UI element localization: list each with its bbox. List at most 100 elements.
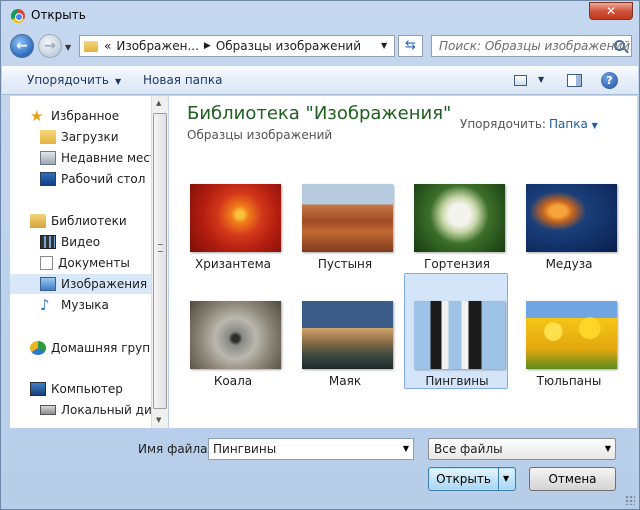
video-icon [40, 235, 56, 249]
back-button[interactable]: ← [10, 34, 34, 58]
command-toolbar: Упорядочить ▼ Новая папка ▼ ? [2, 65, 638, 95]
sidebar-item-label: Локальный диск [61, 403, 152, 417]
open-button[interactable]: Открыть ▼ [428, 467, 516, 491]
scrollbar-thumb[interactable] [153, 113, 167, 409]
navigation-pane: ★ Избранное Загрузки Недавние места Рабо… [10, 96, 152, 428]
sidebar-scrollbar[interactable]: ▲ ▼ [151, 96, 168, 428]
sidebar-item-label: Документы [58, 256, 130, 270]
file-item-penguins[interactable]: Пингвины [404, 273, 508, 389]
sidebar-item-video[interactable]: Видео [10, 232, 152, 252]
downloads-icon [40, 130, 56, 144]
sidebar-item-label: Музыка [61, 298, 109, 312]
file-item-koala[interactable]: Коала [180, 293, 284, 409]
resize-grip-icon[interactable] [625, 495, 635, 505]
sidebar-item-label: Рабочий стол [61, 172, 146, 186]
view-options-arrow-icon[interactable]: ▼ [538, 75, 544, 84]
tulips-thumbnail [526, 301, 617, 369]
breadcrumb-separator-icon[interactable]: ▶ [204, 41, 211, 51]
navigation-bar: ← → ▼ « Изображен... ▶ Образцы изображен… [1, 31, 639, 61]
breadcrumb-pictures[interactable]: Изображен... [116, 39, 199, 53]
music-icon: ♪ [40, 296, 50, 314]
library-title: Библиотека "Изображения" [187, 103, 452, 124]
sidebar-item-downloads[interactable]: Загрузки [10, 127, 152, 147]
homegroup-icon [30, 341, 46, 355]
sidebar-item-label: Видео [61, 235, 101, 249]
sidebar-item-music[interactable]: ♪ Музыка [10, 295, 152, 315]
open-options-arrow-icon[interactable]: ▼ [503, 468, 509, 490]
address-dropdown-icon[interactable]: ▼ [381, 41, 387, 50]
forward-button[interactable]: → [38, 34, 62, 58]
sidebar-item-local-disk[interactable]: Локальный диск [10, 400, 152, 420]
sidebar-item-desktop[interactable]: Рабочий стол [10, 169, 152, 189]
organize-button[interactable]: Упорядочить ▼ [27, 73, 121, 87]
file-item-label: Медуза [545, 257, 593, 271]
sidebar-item-homegroup[interactable]: Домашняя группа [10, 338, 152, 358]
chrysanthemum-thumbnail [190, 184, 281, 252]
title-bar: Открыть ✕ [1, 1, 639, 31]
computer-icon [30, 382, 46, 396]
file-item-tulips[interactable]: Тюльпаны [516, 293, 620, 409]
arrange-by-label: Упорядочить: [460, 117, 546, 131]
file-item-jellyfish[interactable]: Медуза [516, 176, 620, 292]
drive-icon [40, 405, 56, 415]
arrange-by-dropdown[interactable]: Папка ▼ [549, 117, 598, 131]
jellyfish-thumbnail [526, 184, 617, 252]
sidebar-item-label: Загрузки [61, 130, 119, 144]
sidebar-item-favorites[interactable]: ★ Избранное [10, 106, 152, 126]
search-icon[interactable] [614, 40, 625, 51]
breadcrumb-sample-pictures[interactable]: Образцы изображений [216, 39, 361, 53]
refresh-button[interactable]: ⇆ [398, 35, 423, 57]
new-folder-button[interactable]: Новая папка [143, 73, 222, 87]
search-input[interactable]: Поиск: Образцы изображений [431, 35, 632, 57]
folder-icon [84, 40, 98, 52]
lighthouse-thumbnail [302, 301, 393, 369]
filename-input[interactable]: Пингвины ▼ [208, 438, 414, 460]
file-list-pane: Библиотека "Изображения" Образцы изображ… [169, 96, 637, 428]
file-item-label: Коала [213, 374, 253, 388]
star-icon: ★ [30, 107, 44, 125]
file-item-label: Гортензия [424, 257, 490, 271]
sidebar-item-libraries[interactable]: Библиотеки [10, 211, 152, 231]
sidebar-item-recent-places[interactable]: Недавние места [10, 148, 152, 168]
window-title: Открыть [31, 8, 86, 22]
file-item-lighthouse[interactable]: Маяк [292, 293, 396, 409]
preview-pane-icon[interactable] [567, 74, 582, 87]
desert-thumbnail [302, 184, 393, 252]
sidebar-item-documents[interactable]: Документы [10, 253, 152, 273]
chevron-down-icon[interactable]: ▼ [605, 444, 611, 453]
sidebar-item-label: Компьютер [51, 382, 123, 396]
sidebar-item-computer[interactable]: Компьютер [10, 379, 152, 399]
organize-label: Упорядочить [27, 73, 109, 87]
scroll-down-icon[interactable]: ▼ [156, 416, 161, 424]
file-item-desert[interactable]: Пустыня [292, 176, 396, 292]
sidebar-item-pictures[interactable]: Изображения [10, 274, 152, 294]
help-icon[interactable]: ? [601, 72, 618, 89]
sidebar-item-label: Недавние места [61, 151, 152, 165]
koala-thumbnail [190, 301, 281, 369]
file-item-label: Тюльпаны [536, 374, 602, 388]
sidebar-item-label: Библиотеки [51, 214, 127, 228]
address-bar[interactable]: « Изображен... ▶ Образцы изображений [79, 35, 395, 57]
recent-pages-arrow-icon[interactable]: ▼ [65, 43, 71, 52]
breadcrumb-overflow[interactable]: « [104, 39, 111, 53]
close-button[interactable]: ✕ [589, 2, 633, 20]
change-view-icon[interactable] [514, 75, 527, 86]
file-item-label: Пустыня [317, 257, 373, 271]
library-subtitle: Образцы изображений [187, 128, 333, 142]
file-type-value: Все файлы [434, 442, 503, 456]
scroll-up-icon[interactable]: ▲ [156, 99, 161, 107]
file-type-select[interactable]: Все файлы ▼ [428, 438, 616, 460]
sidebar-item-label: Домашняя группа [51, 341, 152, 355]
chevron-down-icon[interactable]: ▼ [403, 444, 409, 453]
sidebar-item-label: Изображения [61, 277, 148, 291]
chevron-down-icon: ▼ [114, 77, 122, 86]
chevron-down-icon: ▼ [591, 121, 598, 130]
cancel-button[interactable]: Отмена [529, 467, 616, 491]
file-item-chrysanthemum[interactable]: Хризантема [180, 176, 284, 292]
documents-icon [40, 256, 53, 270]
recent-places-icon [40, 151, 56, 165]
penguins-thumbnail [414, 301, 505, 369]
libraries-icon [30, 214, 46, 228]
desktop-icon [40, 172, 56, 186]
file-item-label: Хризантема [195, 257, 271, 271]
